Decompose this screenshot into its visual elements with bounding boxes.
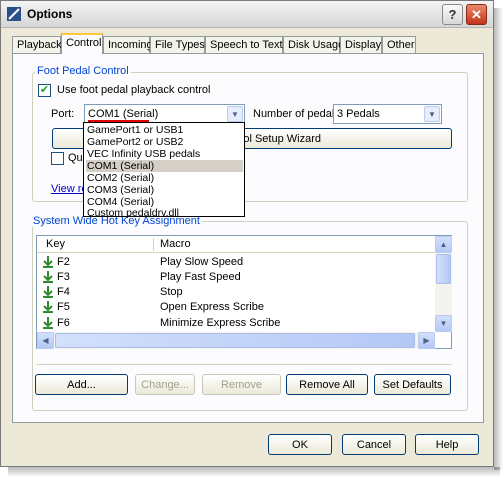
table-row[interactable]: F6 Minimize Express Scribe <box>37 315 435 331</box>
table-row[interactable]: F4 Stop <box>37 284 435 300</box>
vertical-scroll-thumb[interactable] <box>436 254 451 284</box>
close-button[interactable]: ✕ <box>466 4 487 25</box>
row-macro: Play Slow Speed <box>160 256 244 268</box>
dropdown-option[interactable]: COM3 (Serial) <box>86 184 243 196</box>
port-select-value: COM1 (Serial) <box>88 108 159 120</box>
column-header-macro[interactable]: Macro <box>160 238 191 250</box>
tab-label: Display <box>345 39 382 51</box>
row-macro: Open Express Scribe <box>160 301 264 313</box>
tab-label: Other <box>387 39 415 51</box>
dropdown-option[interactable]: Custom pedaldrv.dll <box>86 207 243 219</box>
tab-incoming[interactable]: Incoming <box>103 36 153 53</box>
use-foot-pedal-label: Use foot pedal playback control <box>57 84 211 96</box>
tab-file-types[interactable]: File Types <box>150 36 205 53</box>
dropdown-option[interactable]: VEC Infinity USB pedals <box>86 148 243 160</box>
table-row[interactable]: F5 Open Express Scribe <box>37 299 435 315</box>
chevron-down-icon[interactable]: ▼ <box>227 106 243 122</box>
window-shadow-right <box>494 8 503 470</box>
window-title: Options <box>27 7 73 21</box>
tab-label: Playback <box>17 39 62 51</box>
vertical-scrollbar[interactable]: ▲ ▼ <box>435 236 452 332</box>
row-key: F6 <box>57 317 70 329</box>
horizontal-scroll-thumb[interactable] <box>55 333 415 348</box>
port-dropdown-list[interactable]: GamePort1 or USB1 GamePort2 or USB2 VEC … <box>83 122 245 219</box>
dropdown-option[interactable]: GamePort1 or USB1 <box>86 124 243 136</box>
row-key: F5 <box>57 301 70 313</box>
title-bar[interactable]: Options ? ✕ <box>1 1 493 28</box>
help-button-label: Help <box>435 438 459 451</box>
row-key: F3 <box>57 271 70 283</box>
help-button[interactable]: Help <box>415 434 479 455</box>
hotkey-arrow-icon <box>43 301 53 313</box>
help-title-button[interactable]: ? <box>442 4 463 25</box>
tab-label: Speech to Text <box>210 39 283 51</box>
remove-all-button[interactable]: Remove All <box>286 374 368 395</box>
pedals-select-value: 3 Pedals <box>337 108 380 120</box>
pedals-select[interactable]: 3 Pedals ▼ <box>333 104 442 124</box>
row-macro: Stop <box>160 286 183 298</box>
ok-button-label: OK <box>292 438 308 451</box>
tab-control[interactable]: Control <box>61 33 103 54</box>
dropdown-option[interactable]: GamePort2 or USB2 <box>86 136 243 148</box>
set-defaults-button-label: Set Defaults <box>382 378 443 391</box>
tab-label: Disk Usage <box>288 39 345 51</box>
options-window-icon <box>7 7 21 21</box>
help-icon: ? <box>448 7 457 22</box>
foot-pedal-group-label: Foot Pedal Control <box>35 65 131 77</box>
remove-button[interactable]: Remove <box>202 374 281 395</box>
tab-other[interactable]: Other <box>382 36 416 53</box>
window-shadow-bottom <box>8 467 500 477</box>
options-dialog: Options ? ✕ Playback Control Incoming Fi… <box>0 0 494 467</box>
hotkey-list[interactable]: Key Macro F2 Play Slow Speed F3 Play Fas… <box>36 235 452 349</box>
table-row[interactable]: F3 Play Fast Speed <box>37 269 435 285</box>
scroll-up-icon[interactable]: ▲ <box>435 236 452 253</box>
set-defaults-button[interactable]: Set Defaults <box>374 374 451 395</box>
hotkey-arrow-icon <box>43 286 53 298</box>
add-button-label: Add... <box>67 378 96 391</box>
tab-label: Control <box>66 37 102 49</box>
hotkey-arrow-icon <box>43 317 53 329</box>
row-macro: Minimize Express Scribe <box>160 317 281 329</box>
tab-label: File Types <box>155 39 205 51</box>
pedals-label: Number of pedals: <box>253 108 343 120</box>
port-label: Port: <box>51 108 75 120</box>
chevron-down-icon[interactable]: ▼ <box>424 106 440 122</box>
scroll-left-icon[interactable]: ◀ <box>37 332 54 349</box>
row-key: F4 <box>57 286 70 298</box>
column-header-key[interactable]: Key <box>46 238 65 250</box>
remove-all-button-label: Remove All <box>299 378 355 391</box>
cancel-button[interactable]: Cancel <box>342 434 406 455</box>
cancel-button-label: Cancel <box>356 438 392 451</box>
list-header: Key Macro <box>37 236 435 253</box>
quick-checkbox[interactable] <box>51 152 64 165</box>
divider <box>36 364 452 366</box>
use-foot-pedal-checkbox[interactable]: ✔ <box>38 84 51 97</box>
tab-display[interactable]: Display <box>340 36 382 53</box>
column-divider <box>153 238 154 251</box>
change-button[interactable]: Change... <box>135 374 195 395</box>
dropdown-option[interactable]: COM2 (Serial) <box>86 172 243 184</box>
checkmark-icon: ✔ <box>39 84 50 96</box>
tab-speech-to-text[interactable]: Speech to Text <box>205 36 283 53</box>
close-icon: ✕ <box>471 6 482 22</box>
row-key: F2 <box>57 256 70 268</box>
tab-playback[interactable]: Playback <box>12 36 62 53</box>
row-macro: Play Fast Speed <box>160 271 241 283</box>
change-button-label: Change... <box>141 378 189 391</box>
add-button[interactable]: Add... <box>35 374 128 395</box>
ok-button[interactable]: OK <box>268 434 332 455</box>
dropdown-option-selected[interactable]: COM1 (Serial) <box>86 160 243 172</box>
hotkey-arrow-icon <box>43 256 53 268</box>
scroll-down-icon[interactable]: ▼ <box>435 315 452 332</box>
view-link[interactable]: View re <box>51 183 87 195</box>
scroll-right-icon[interactable]: ▶ <box>418 332 435 349</box>
table-row[interactable]: F2 Play Slow Speed <box>37 254 435 270</box>
remove-button-label: Remove <box>221 378 262 391</box>
hotkey-arrow-icon <box>43 271 53 283</box>
tab-label: Incoming <box>108 39 153 51</box>
horizontal-scrollbar[interactable]: ◀ ▶ <box>37 332 435 349</box>
tab-disk-usage[interactable]: Disk Usage <box>283 36 344 53</box>
